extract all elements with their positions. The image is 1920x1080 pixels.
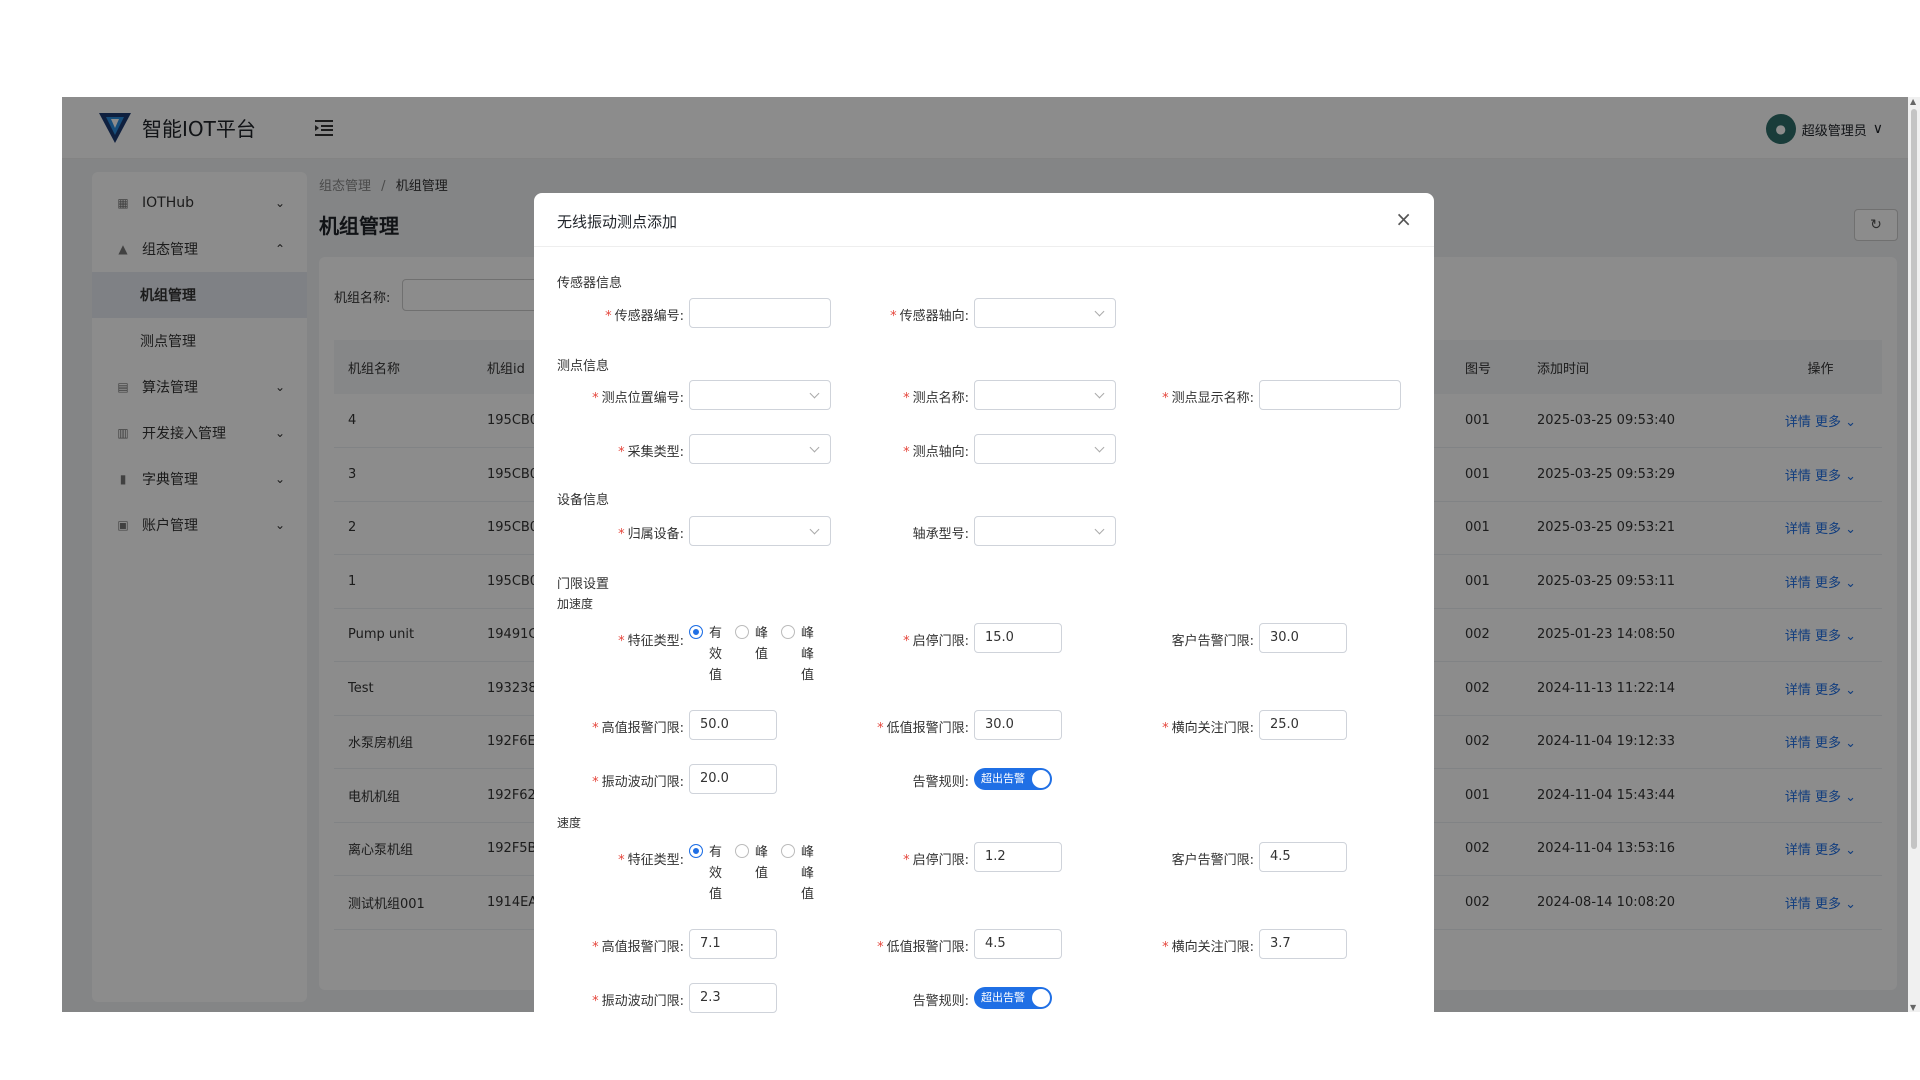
radio-rms[interactable]: 有效值	[689, 623, 723, 686]
collect-type-select[interactable]	[689, 434, 831, 464]
radio-peak-to-peak[interactable]: 峰峰值	[781, 842, 815, 905]
label-point-display: * 测点显示名称:	[1162, 391, 1254, 406]
radio-peak-to-peak[interactable]: 峰峰值	[781, 623, 815, 686]
bearing-model-select[interactable]	[974, 516, 1116, 546]
label-vel-lateral: * 横向关注门限:	[1162, 940, 1254, 955]
accel-alarm-rule-switch[interactable]: 超出告警	[974, 768, 1052, 790]
vel-high-alarm-input[interactable]: 7.1	[689, 929, 777, 959]
modal-title: 无线振动测点添加	[557, 213, 678, 231]
vel-customer-alarm-input[interactable]: 4.5	[1259, 842, 1347, 872]
label-accel-alarm-rule: 告警规则:	[912, 775, 969, 790]
label-accel-lateral: * 横向关注门限:	[1162, 721, 1254, 736]
label-sensor-axis: * 传感器轴向:	[890, 309, 969, 324]
label-vel-fluctuation: * 振动波动门限:	[592, 994, 684, 1009]
radio-peak[interactable]: 峰值	[735, 842, 769, 905]
vel-fluctuation-input[interactable]: 2.3	[689, 983, 777, 1013]
belong-device-select[interactable]	[689, 516, 831, 546]
label-vel-customer-alarm: 客户告警门限:	[1171, 853, 1254, 868]
label-accel-customer-alarm: 客户告警门限:	[1171, 634, 1254, 649]
radio-peak[interactable]: 峰值	[735, 623, 769, 686]
vel-alarm-rule-switch[interactable]: 超出告警	[974, 987, 1052, 1009]
label-accel-low-alarm: * 低值报警门限:	[877, 721, 969, 736]
label-collect-type: * 采集类型:	[618, 445, 684, 460]
point-axis-select[interactable]	[974, 434, 1116, 464]
accel-feature-type-radio-group: 有效值 峰值 峰峰值	[689, 623, 815, 686]
label-vel-alarm-rule: 告警规则:	[912, 994, 969, 1009]
subsection-velocity: 速度	[557, 816, 582, 830]
label-sensor-no: * 传感器编号:	[605, 309, 684, 324]
sensor-axis-select[interactable]	[974, 298, 1116, 328]
accel-customer-alarm-input[interactable]: 30.0	[1259, 623, 1347, 653]
point-pos-no-select[interactable]	[689, 380, 831, 410]
point-display-name-input[interactable]	[1259, 380, 1401, 410]
scroll-down-icon[interactable]: ▼	[1910, 1003, 1916, 1012]
accel-high-alarm-input[interactable]: 50.0	[689, 710, 777, 740]
point-name-select[interactable]	[974, 380, 1116, 410]
label-vel-low-alarm: * 低值报警门限:	[877, 940, 969, 955]
label-belong-device: * 归属设备:	[618, 527, 684, 542]
label-accel-start-stop: * 启停门限:	[903, 634, 969, 649]
vel-low-alarm-input[interactable]: 4.5	[974, 929, 1062, 959]
page-scrollbar[interactable]: ▲ ▼	[1908, 97, 1920, 1012]
label-accel-fluctuation: * 振动波动门限:	[592, 775, 684, 790]
accel-fluctuation-input[interactable]: 20.0	[689, 764, 777, 794]
label-bearing-model: 轴承型号:	[912, 527, 969, 542]
section-device-info: 设备信息	[557, 493, 610, 508]
label-vel-start-stop: * 启停门限:	[903, 853, 969, 868]
label-accel-high-alarm: * 高值报警门限:	[592, 721, 684, 736]
accel-start-stop-input[interactable]: 15.0	[974, 623, 1062, 653]
radio-rms[interactable]: 有效值	[689, 842, 723, 905]
accel-low-alarm-input[interactable]: 30.0	[974, 710, 1062, 740]
label-point-pos-no: * 测点位置编号:	[592, 391, 684, 406]
scrollbar-thumb[interactable]	[1911, 109, 1917, 849]
section-threshold: 门限设置	[557, 577, 610, 592]
subsection-acceleration: 加速度	[557, 597, 594, 611]
label-point-name: * 测点名称:	[903, 391, 969, 406]
accel-lateral-input[interactable]: 25.0	[1259, 710, 1347, 740]
vel-start-stop-input[interactable]: 1.2	[974, 842, 1062, 872]
label-point-axis: * 测点轴向:	[903, 445, 969, 460]
modal-header: 无线振动测点添加 ×	[534, 193, 1434, 247]
label-accel-feature-type: * 特征类型:	[618, 634, 684, 649]
label-vel-feature-type: * 特征类型:	[618, 853, 684, 868]
section-point-info: 测点信息	[557, 359, 610, 374]
sensor-no-input[interactable]	[689, 298, 831, 328]
section-sensor-info: 传感器信息	[557, 276, 623, 291]
vel-feature-type-radio-group: 有效值 峰值 峰峰值	[689, 842, 815, 905]
vel-lateral-input[interactable]: 3.7	[1259, 929, 1347, 959]
scroll-up-icon[interactable]: ▲	[1910, 97, 1916, 106]
add-point-modal: 无线振动测点添加 × 传感器信息 * 传感器编号: * 传感器轴向: 测点信息 * 测…	[534, 193, 1434, 1013]
close-icon[interactable]: ×	[1395, 207, 1412, 231]
label-vel-high-alarm: * 高值报警门限:	[592, 940, 684, 955]
